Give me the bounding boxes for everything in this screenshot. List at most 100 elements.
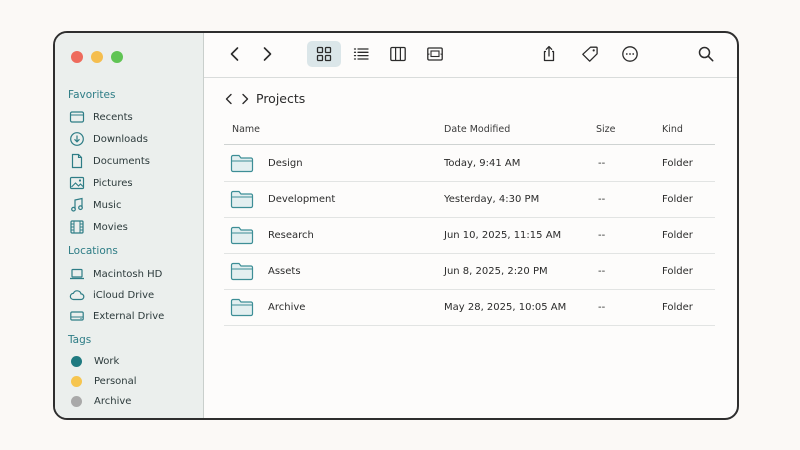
column-view-button[interactable] bbox=[384, 41, 412, 67]
file-date: Today, 9:41 AM bbox=[444, 158, 521, 169]
list-view-button[interactable] bbox=[347, 41, 375, 67]
grid-view-icon bbox=[316, 46, 332, 62]
page-title: Projects bbox=[256, 91, 306, 106]
document-icon bbox=[71, 153, 83, 169]
sidebar-item-external-drive[interactable]: External Drive bbox=[69, 308, 164, 324]
file-date: Jun 10, 2025, 11:15 AM bbox=[444, 230, 562, 241]
column-header-date[interactable]: Date Modified bbox=[444, 124, 510, 135]
sidebar-item-label: Pictures bbox=[93, 177, 133, 189]
sidebar-item-label: Downloads bbox=[93, 133, 148, 145]
share-icon bbox=[543, 45, 555, 62]
table-header: Name Date Modified Size Kind bbox=[224, 120, 715, 145]
more-button[interactable] bbox=[616, 41, 644, 67]
sidebar-tag-archive[interactable]: Archive bbox=[69, 393, 131, 409]
favorites-heading: Favorites bbox=[68, 89, 116, 101]
tag-color-dot bbox=[71, 375, 82, 387]
more-icon bbox=[622, 46, 638, 62]
picture-icon bbox=[69, 176, 85, 190]
folder-icon bbox=[230, 190, 254, 209]
forward-icon bbox=[263, 47, 272, 61]
column-header-kind[interactable]: Kind bbox=[662, 124, 683, 135]
film-icon bbox=[70, 220, 84, 234]
sidebar-item-recents[interactable]: Recents bbox=[69, 109, 133, 125]
sidebar-item-label: Documents bbox=[93, 155, 151, 167]
file-size: -- bbox=[598, 194, 606, 205]
sidebar-tag-personal[interactable]: Personal bbox=[69, 373, 137, 389]
main-content: Projects Name Date Modified Size Kind De… bbox=[204, 33, 737, 418]
column-header-name[interactable]: Name bbox=[232, 124, 260, 135]
tag-color-dot bbox=[71, 395, 82, 407]
download-icon bbox=[70, 132, 84, 146]
column-view-icon bbox=[390, 46, 406, 62]
sidebar-item-label: Work bbox=[94, 355, 120, 367]
sidebar-item-label: iCloud Drive bbox=[93, 289, 155, 301]
column-header-size[interactable]: Size bbox=[596, 124, 616, 135]
locations-heading: Locations bbox=[68, 245, 118, 257]
search-button[interactable] bbox=[692, 41, 720, 67]
table-row[interactable]: Design Today, 9:41 AM -- Folder bbox=[224, 146, 715, 182]
close-button[interactable] bbox=[71, 51, 83, 63]
sidebar-item-label: Movies bbox=[93, 221, 128, 233]
chevron-right-icon[interactable] bbox=[240, 93, 250, 105]
file-kind: Folder bbox=[662, 230, 693, 241]
list-view-icon bbox=[353, 48, 369, 60]
file-kind: Folder bbox=[662, 266, 693, 277]
sidebar-item-documents[interactable]: Documents bbox=[69, 153, 150, 169]
file-kind: Folder bbox=[662, 158, 693, 169]
tags-heading: Tags bbox=[68, 334, 92, 346]
file-name: Assets bbox=[268, 266, 301, 277]
file-name: Development bbox=[268, 194, 336, 205]
file-kind: Folder bbox=[662, 302, 693, 313]
toolbar bbox=[204, 33, 737, 78]
file-size: -- bbox=[598, 230, 606, 241]
sidebar-item-label: External Drive bbox=[93, 310, 165, 322]
sidebar-item-icloud-drive[interactable]: iCloud Drive bbox=[69, 287, 154, 303]
tag-button[interactable] bbox=[576, 41, 604, 67]
back-button[interactable] bbox=[221, 41, 249, 67]
file-date: Yesterday, 4:30 PM bbox=[444, 194, 540, 205]
folder-icon bbox=[230, 298, 254, 317]
sidebar-item-movies[interactable]: Movies bbox=[69, 219, 128, 235]
file-date: May 28, 2025, 10:05 AM bbox=[444, 302, 567, 313]
sidebar-item-macintosh-hd[interactable]: Macintosh HD bbox=[69, 266, 162, 282]
folder-icon bbox=[230, 262, 254, 281]
sidebar-tag-work[interactable]: Work bbox=[69, 353, 119, 369]
chevron-left-icon[interactable] bbox=[224, 93, 234, 105]
sidebar-item-label: Recents bbox=[93, 111, 133, 123]
sidebar-item-music[interactable]: Music bbox=[69, 197, 121, 213]
gallery-view-icon bbox=[427, 47, 443, 61]
table-row[interactable]: Assets Jun 8, 2025, 2:20 PM -- Folder bbox=[224, 254, 715, 290]
file-date: Jun 8, 2025, 2:20 PM bbox=[444, 266, 548, 277]
tag-icon bbox=[582, 46, 598, 62]
sidebar-item-label: Music bbox=[93, 199, 122, 211]
file-size: -- bbox=[598, 266, 606, 277]
file-name: Archive bbox=[268, 302, 306, 313]
folder-icon bbox=[230, 154, 254, 173]
tag-color-dot bbox=[71, 355, 82, 367]
table-row[interactable]: Development Yesterday, 4:30 PM -- Folder bbox=[224, 182, 715, 218]
music-icon bbox=[71, 197, 83, 212]
sidebar: Favorites Recents Downloads Documents Pi… bbox=[55, 33, 204, 418]
sidebar-item-pictures[interactable]: Pictures bbox=[69, 175, 133, 191]
sidebar-item-label: Archive bbox=[94, 395, 132, 407]
zoom-button[interactable] bbox=[111, 51, 123, 63]
folder-icon bbox=[230, 226, 254, 245]
share-button[interactable] bbox=[535, 41, 563, 67]
gallery-view-button[interactable] bbox=[421, 41, 449, 67]
icon-view-button[interactable] bbox=[307, 41, 341, 67]
file-kind: Folder bbox=[662, 194, 693, 205]
sidebar-item-downloads[interactable]: Downloads bbox=[69, 131, 148, 147]
back-icon bbox=[230, 47, 239, 61]
folder-icon bbox=[69, 111, 85, 123]
table-row[interactable]: Research Jun 10, 2025, 11:15 AM -- Folde… bbox=[224, 218, 715, 254]
minimize-button[interactable] bbox=[91, 51, 103, 63]
drive-icon bbox=[70, 311, 84, 321]
forward-button[interactable] bbox=[253, 41, 281, 67]
window-controls bbox=[71, 51, 123, 63]
cloud-icon bbox=[69, 290, 85, 301]
breadcrumb: Projects bbox=[224, 91, 305, 106]
table-row[interactable]: Archive May 28, 2025, 10:05 AM -- Folder bbox=[224, 290, 715, 326]
sidebar-item-label: Macintosh HD bbox=[93, 268, 163, 280]
laptop-icon bbox=[70, 268, 84, 280]
file-size: -- bbox=[598, 158, 606, 169]
